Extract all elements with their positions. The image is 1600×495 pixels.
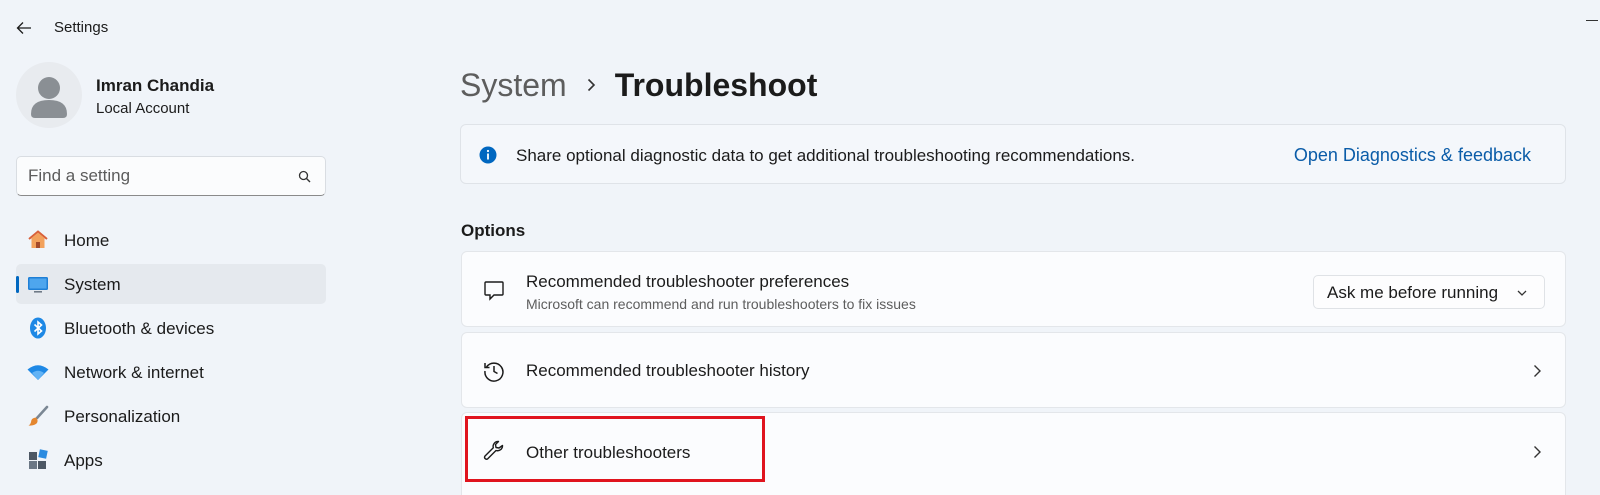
sidebar-item-label: Personalization [64,407,181,426]
wrench-icon [482,439,506,463]
chevron-down-icon [1517,290,1527,296]
active-indicator [16,276,19,293]
sidebar-item-label: System [64,275,121,294]
sidebar-item-label: Bluetooth & devices [64,319,215,338]
open-diagnostics-link[interactable]: Open Diagnostics & feedback [1294,145,1531,166]
card-title: Other troubleshooters [526,443,691,462]
sidebar-item-network[interactable]: Network & internet [16,352,326,392]
user-name: Imran Chandia [96,76,215,95]
sidebar-nav: Home System Bluetooth & devices Network … [16,220,326,484]
sidebar-item-label: Network & internet [64,363,204,382]
search-input[interactable] [28,165,288,187]
info-text: Share optional diagnostic data to get ad… [516,146,1136,165]
card-title: Recommended troubleshooter preferences [526,272,850,291]
chevron-right-icon [1534,365,1541,377]
wifi-icon [26,360,50,384]
sidebar-item-label: Apps [64,451,103,470]
sidebar-item-bluetooth[interactable]: Bluetooth & devices [16,308,326,348]
home-icon [26,228,50,252]
search-box[interactable] [16,156,326,196]
page-title: Troubleshoot [614,66,818,103]
history-icon [482,359,506,383]
sidebar-item-apps[interactable]: Apps [16,440,326,480]
avatar [16,62,82,128]
person-icon [31,77,67,118]
sidebar-item-home[interactable]: Home [16,220,326,260]
back-button[interactable] [10,14,38,42]
chevron-right-icon [1534,446,1541,458]
apps-icon [26,448,50,472]
options-heading: Options [461,221,526,240]
breadcrumb: System Troubleshoot [460,62,817,108]
troubleshooter-preference-dropdown[interactable]: Ask me before running [1313,275,1545,309]
chevron-right-icon [567,78,615,92]
system-icon [26,272,50,296]
paintbrush-icon [26,404,50,428]
sidebar-item-system[interactable]: System [16,264,326,304]
account-type: Local Account [96,100,190,117]
back-arrow-icon [16,22,31,34]
card-title: Recommended troubleshooter history [526,361,810,380]
card-subtitle: Microsoft can recommend and run troubles… [526,296,916,312]
info-icon [479,146,497,164]
minimize-button[interactable] [1586,20,1598,21]
search-icon [298,170,311,183]
sidebar-item-label: Home [64,231,110,250]
bluetooth-icon [26,316,50,340]
other-troubleshooters-card[interactable]: Other troubleshooters [461,412,1566,495]
user-profile[interactable]: Imran Chandia Local Account [16,62,326,130]
sidebar-item-personalization[interactable]: Personalization [16,396,326,436]
settings-window: Settings Imran Chandia Local Account Fin… [0,0,1600,495]
diagnostic-info-bar: Share optional diagnostic data to get ad… [460,124,1566,184]
troubleshooter-history-card[interactable]: Recommended troubleshooter history [461,332,1566,408]
chat-bubble-icon [482,279,506,303]
dropdown-selected-value: Ask me before running [1327,283,1499,302]
troubleshooter-preferences-card: Recommended troubleshooter preferences M… [461,251,1566,327]
title-bar: Settings [0,0,1600,56]
breadcrumb-parent[interactable]: System [460,67,567,104]
app-title: Settings [54,19,109,36]
